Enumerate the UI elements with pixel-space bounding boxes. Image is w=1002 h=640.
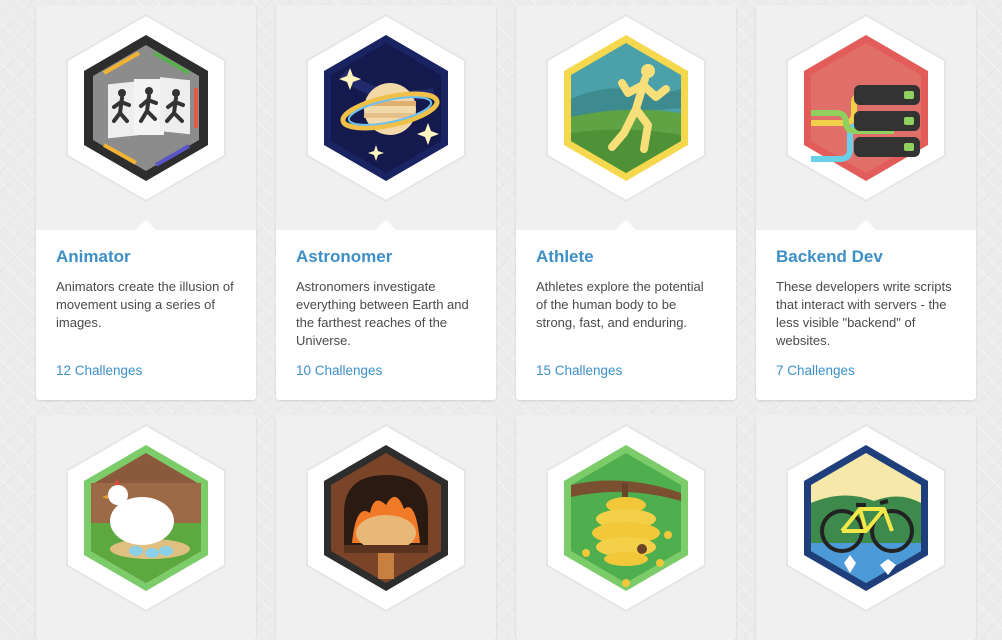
challenges-link[interactable]: 7 Challenges (776, 363, 855, 378)
badge-card-animator[interactable]: Animator Animators create the illusion o… (36, 5, 256, 400)
card-description: These developers write scripts that inte… (776, 279, 952, 348)
badge-card-baker[interactable] (276, 415, 496, 640)
badge-art (36, 415, 256, 640)
challenges-link[interactable]: 15 Challenges (536, 363, 622, 378)
badge-card-astronomer[interactable]: Astronomer Astronomers investigate every… (276, 5, 496, 400)
card-description: Animators create the illusion of movemen… (56, 279, 234, 330)
bicycle-badge-icon (786, 423, 946, 613)
card-description: Astronomers investigate everything betwe… (296, 279, 469, 348)
card-title[interactable]: Backend Dev (776, 246, 956, 268)
badge-art (276, 5, 496, 231)
challenges-link[interactable]: 10 Challenges (296, 363, 382, 378)
backend-dev-badge-icon (786, 13, 946, 203)
badge-card-cyclist[interactable] (756, 415, 976, 640)
card-description: Athletes explore the potential of the hu… (536, 279, 704, 330)
animator-badge-icon (66, 13, 226, 203)
badge-card-chicken[interactable] (36, 415, 256, 640)
card-body: Astronomer Astronomers investigate every… (276, 230, 496, 400)
beehive-badge-icon (546, 423, 706, 613)
badge-art (516, 415, 736, 640)
badge-art (516, 5, 736, 231)
badge-art (756, 415, 976, 640)
card-title[interactable]: Astronomer (296, 246, 476, 268)
astronomer-badge-icon (306, 13, 466, 203)
card-body: Animator Animators create the illusion o… (36, 230, 256, 400)
badge-art (36, 5, 256, 231)
badge-art (276, 415, 496, 640)
bread-oven-badge-icon (306, 423, 466, 613)
athlete-badge-icon (546, 13, 706, 203)
badge-card-beekeeper[interactable] (516, 415, 736, 640)
card-title[interactable]: Athlete (536, 246, 716, 268)
challenges-link[interactable]: 12 Challenges (56, 363, 142, 378)
card-title[interactable]: Animator (56, 246, 236, 268)
badge-card-backend-dev[interactable]: Backend Dev These developers write scrip… (756, 5, 976, 400)
chicken-nest-badge-icon (66, 423, 226, 613)
badge-art (756, 5, 976, 231)
badge-card-athlete[interactable]: Athlete Athletes explore the potential o… (516, 5, 736, 400)
card-body: Backend Dev These developers write scrip… (756, 230, 976, 400)
card-body: Athlete Athletes explore the potential o… (516, 230, 736, 400)
